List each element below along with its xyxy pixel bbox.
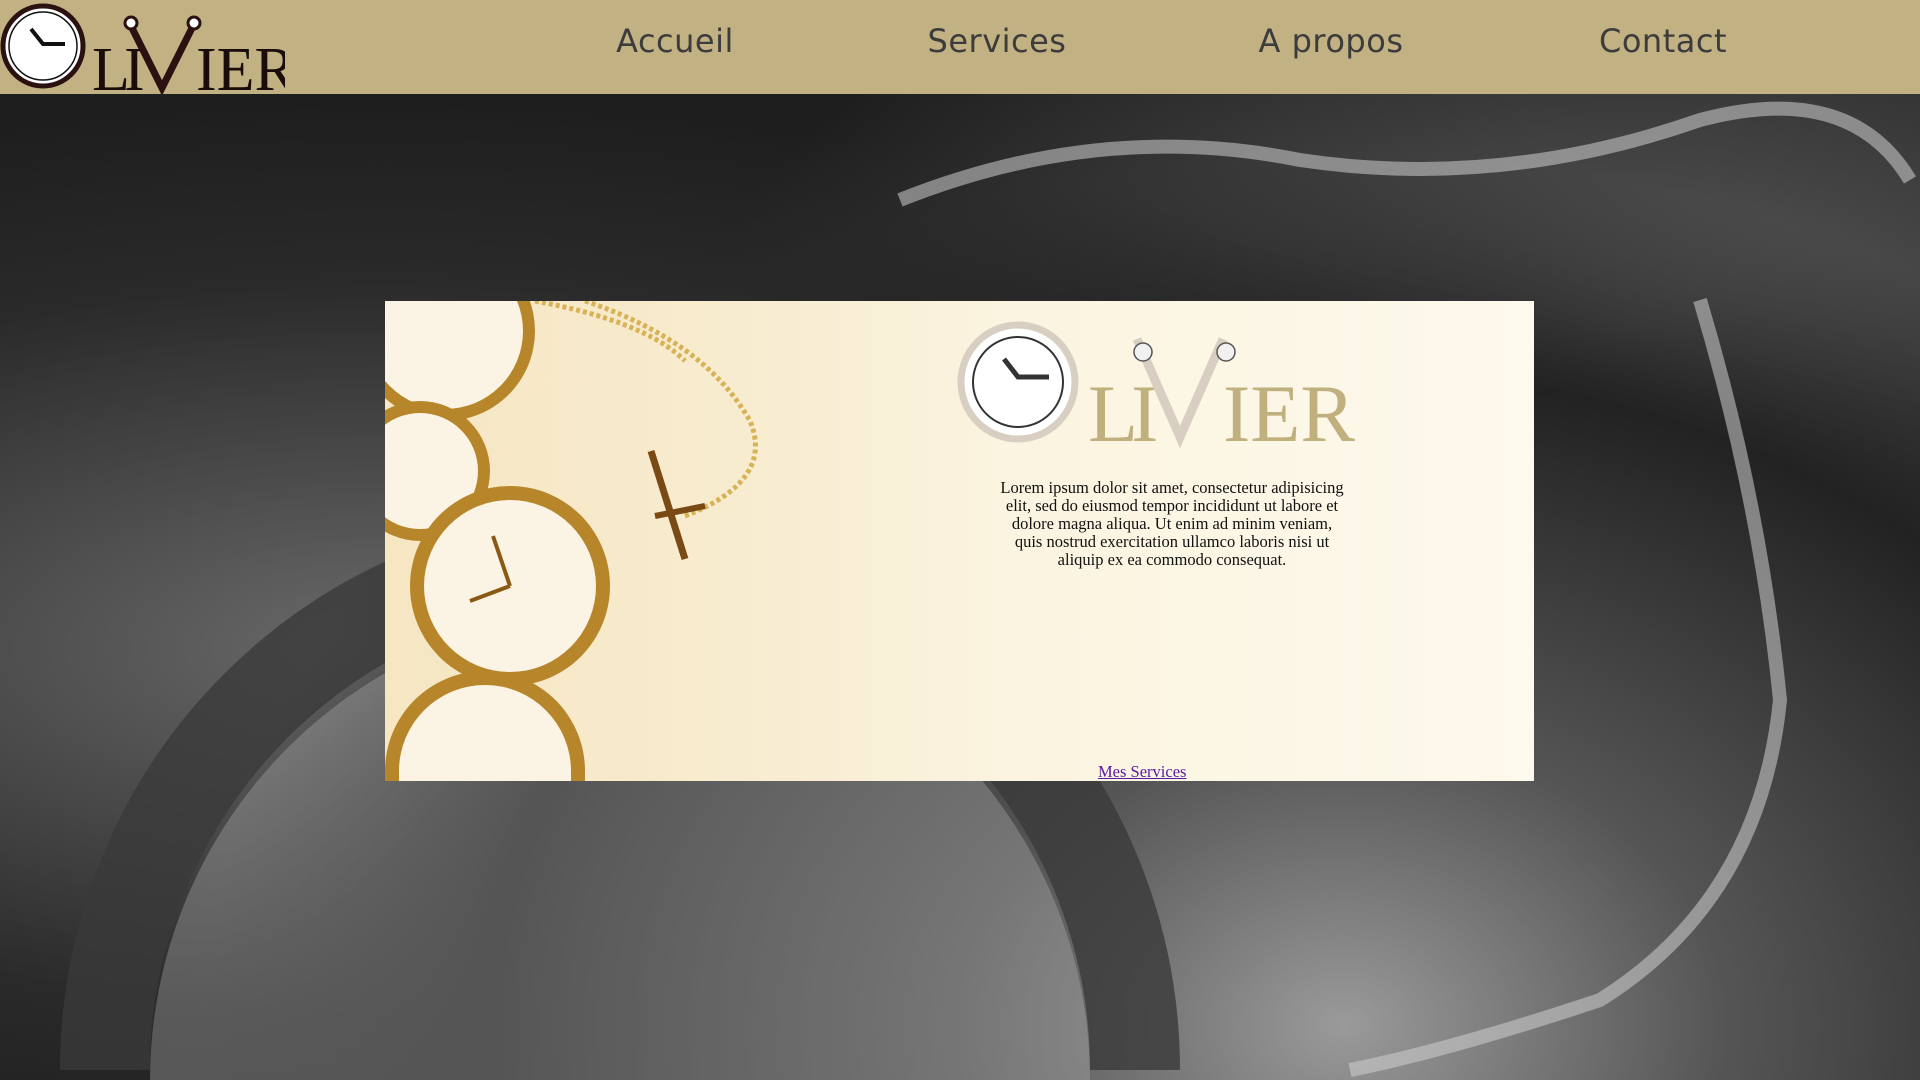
olivier-logo-large: L I IER xyxy=(957,321,1355,449)
gold-watches-illustration xyxy=(385,301,758,781)
site-header: L I IER Accueil Services A propos Contac… xyxy=(0,0,1920,94)
svg-text:IER: IER xyxy=(196,36,285,94)
intro-text: Lorem ipsum dolor sit amet, consectetur … xyxy=(1000,478,1344,569)
nav-a-propos[interactable]: A propos xyxy=(1259,22,1404,60)
olivier-logo[interactable]: L I IER xyxy=(0,0,285,94)
nav-contact[interactable]: Contact xyxy=(1599,22,1727,60)
mes-services-link[interactable]: Mes Services xyxy=(1098,762,1186,781)
nav-services[interactable]: Services xyxy=(928,22,1067,60)
intro-panel: L I IER Lorem ipsum dolor sit amet, cons… xyxy=(385,301,1534,781)
svg-text:IER: IER xyxy=(1223,368,1355,449)
nav-accueil[interactable]: Accueil xyxy=(616,22,734,60)
